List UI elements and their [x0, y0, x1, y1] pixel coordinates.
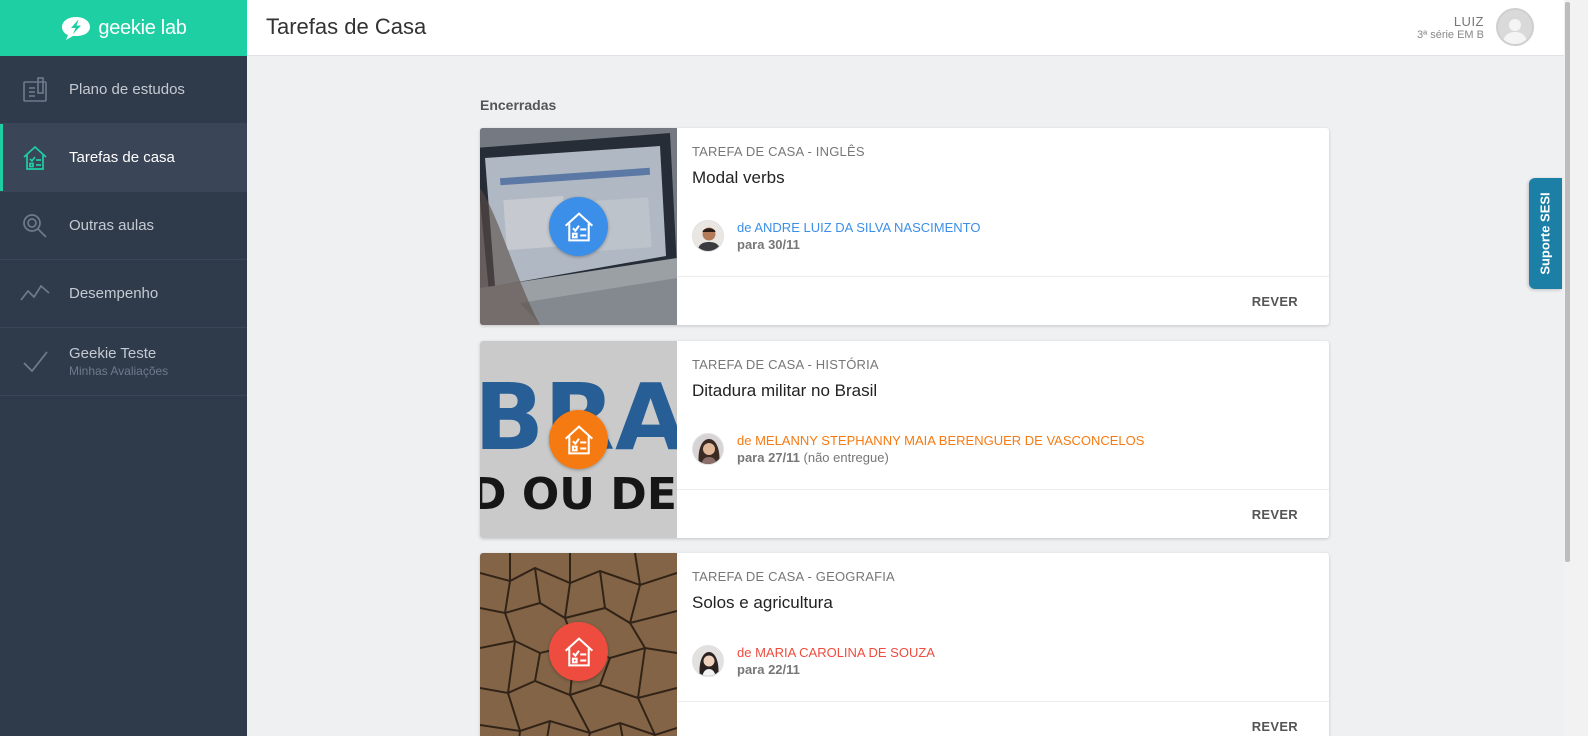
section-title: Encerradas	[480, 97, 557, 113]
task-card[interactable]: TAREFA DE CASA - GEOGRAFIA Solos e agric…	[480, 553, 1329, 736]
task-card-footer: REVER	[677, 276, 1329, 325]
task-author: de MELANNY STEPHANNY MAIA BERENGUER DE V…	[737, 433, 1145, 448]
search-icon	[20, 211, 50, 241]
sidebar: geekie lab Plano de estudos Tarefas de c…	[0, 0, 247, 736]
sidebar-item-label: Desempenho	[69, 285, 159, 302]
scrollbar-thumb[interactable]	[1565, 2, 1570, 562]
user-menu[interactable]: LUIZ 3ª série EM B	[1417, 8, 1534, 46]
sidebar-item-outras-aulas[interactable]: Outras aulas	[0, 192, 247, 260]
task-thumbnail: BRA D OU DEI	[480, 341, 677, 538]
task-due: para 22/11	[737, 662, 800, 677]
rever-button[interactable]: REVER	[1252, 294, 1298, 309]
task-subject: TAREFA DE CASA - HISTÓRIA	[692, 357, 879, 372]
task-title[interactable]: Solos e agricultura	[692, 593, 833, 613]
line-chart-icon	[20, 279, 50, 309]
sidebar-item-label: Tarefas de casa	[69, 149, 175, 166]
task-subject: TAREFA DE CASA - GEOGRAFIA	[692, 569, 895, 584]
task-title[interactable]: Ditadura militar no Brasil	[692, 381, 877, 401]
task-subject: TAREFA DE CASA - INGLÊS	[692, 144, 865, 159]
avatar[interactable]	[1496, 8, 1534, 46]
support-tab[interactable]: Suporte SESI	[1529, 178, 1562, 289]
task-due: para 30/11	[737, 237, 800, 252]
task-thumbnail	[480, 128, 677, 325]
author-avatar	[692, 220, 724, 252]
task-title[interactable]: Modal verbs	[692, 168, 785, 188]
author-avatar	[692, 433, 724, 465]
study-plan-icon	[20, 75, 50, 105]
task-thumbnail	[480, 553, 677, 736]
rever-button[interactable]: REVER	[1252, 507, 1298, 522]
task-card-footer: REVER	[677, 489, 1329, 538]
task-card-footer: REVER	[677, 701, 1329, 736]
task-card[interactable]: TAREFA DE CASA - INGLÊS Modal verbs de A…	[480, 128, 1329, 325]
homework-house-icon	[549, 622, 608, 681]
task-due: para 27/11 (não entregue)	[737, 450, 889, 465]
homework-house-icon	[549, 410, 608, 469]
user-placeholder-icon	[1503, 19, 1527, 44]
sidebar-item-desempenho[interactable]: Desempenho	[0, 260, 247, 328]
sidebar-item-label: Plano de estudos	[69, 81, 185, 98]
author-avatar	[692, 645, 724, 677]
logo[interactable]: geekie lab	[0, 0, 247, 56]
sidebar-item-label: Geekie Teste	[69, 345, 157, 362]
homework-house-icon	[20, 143, 50, 173]
sidebar-item-label: Outras aulas	[69, 217, 155, 234]
task-status: (não entregue)	[803, 450, 889, 465]
header: Tarefas de Casa LUIZ 3ª série EM B	[247, 0, 1564, 56]
page-title: Tarefas de Casa	[266, 14, 427, 39]
user-name: LUIZ	[1453, 13, 1484, 29]
task-author: de ANDRE LUIZ DA SILVA NASCIMENTO	[737, 220, 981, 235]
scrollbar[interactable]	[1564, 0, 1588, 736]
lightning-bubble-icon	[60, 15, 92, 41]
rever-button[interactable]: REVER	[1252, 719, 1298, 734]
sidebar-item-sublabel: Minhas Avaliações	[69, 364, 169, 378]
homework-house-icon	[549, 197, 608, 256]
user-class: 3ª série EM B	[1416, 28, 1484, 41]
task-author: de MARIA CAROLINA DE SOUZA	[737, 645, 935, 660]
sidebar-item-geekie-teste[interactable]: Geekie Teste Minhas Avaliações	[0, 328, 247, 396]
support-label: Suporte SESI	[1538, 192, 1554, 275]
logo-text: geekie lab	[98, 16, 187, 39]
sidebar-item-plano-de-estudos[interactable]: Plano de estudos	[0, 56, 247, 124]
task-card[interactable]: BRA D OU DEI TAREFA DE CASA - HISTÓRIA D…	[480, 341, 1329, 538]
checkmark-icon	[20, 347, 50, 377]
sidebar-item-tarefas-de-casa[interactable]: Tarefas de casa	[0, 124, 247, 192]
